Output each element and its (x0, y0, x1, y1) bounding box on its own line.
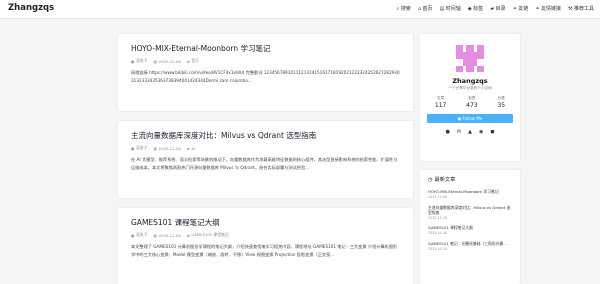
user-icon: ● (131, 232, 135, 238)
nav-label: 首页 (422, 6, 433, 12)
post-date: ▦ 2025-12-08 (153, 58, 181, 64)
history-icon: ◷ (428, 176, 433, 183)
recent-posts-card: ◷ 最新文章 HOYO-MIX-Eternal-Moonborn 学习笔记 2025… (420, 170, 520, 284)
archive-icon: ▤ (439, 5, 445, 12)
qq-icon[interactable]: ▲ (468, 129, 472, 135)
profile-name: Zhangzqs (452, 77, 488, 85)
folder-icon: ▰ (186, 58, 190, 64)
post-title[interactable]: HOYO-MIX-Eternal-Moonborn 学习笔记 (131, 43, 400, 54)
recent-post-item[interactable]: GAMES101 笔记 - 光栅化基础（三角形光栅... 2025-10-15 (428, 241, 512, 251)
post-excerpt: 本文整理了 GAMES101 计算机图形学课程的笔记大纲，介绍快速查找笔学习相关… (131, 244, 398, 257)
nav-label: 友情链接 (540, 6, 561, 12)
post-date: ▦ 2025-11-06 (153, 232, 181, 238)
avatar (453, 41, 487, 75)
nav-label: 时间轴 (445, 6, 461, 12)
home-icon: ⌂ (417, 5, 422, 12)
calendar-icon: ▦ (153, 58, 158, 64)
nav-item-links[interactable]: ⚭ 友链 (512, 5, 529, 13)
post-title[interactable]: GAMES101 课程笔记大纲 (131, 217, 400, 228)
profile-bio: 一个分享与记录的个人空间 (448, 86, 492, 90)
rss-icon[interactable]: ◼ (490, 129, 494, 135)
folder-icon: ▰ (490, 5, 495, 12)
nav-label: 友链 (518, 6, 529, 12)
nav-item-search[interactable]: ⌕ 搜索 (396, 5, 411, 13)
post-date: ▦ 2025-11-26 (153, 145, 181, 151)
folder-icon: ▰ (186, 232, 190, 238)
email-icon[interactable]: ✉ (457, 129, 461, 135)
post-meta: ● 吴张子 ▦ 2025-12-08 ▰ 音乐 (131, 58, 400, 64)
social-links: ● ✉ ▲ ◉ ◼ (420, 129, 520, 135)
post-category[interactable]: ▰ GAMES101 课程笔记 (187, 232, 229, 238)
nav-item-tools[interactable]: ⚒ 推荐工具 (568, 5, 594, 13)
nav-item-archive[interactable]: ▤ 时间轴 (439, 5, 461, 13)
top-navbar: Zhangzqs ⌕ 搜索 ⌂ 首页 ▤ 时间轴 ◆ 标签 ▰ 目录 ⚭ 友链 ⚭ 友情链接 … (0, 0, 600, 19)
nav-label: 搜索 (400, 6, 411, 12)
post-title[interactable]: 主流向量数据库深度对比：Milvus vs Qdrant 选型指南 (131, 130, 400, 141)
tag-icon: ◆ (467, 5, 472, 12)
search-icon: ⌕ (396, 5, 400, 12)
calendar-icon: ▦ (153, 145, 158, 151)
user-icon: ● (131, 145, 135, 151)
recent-posts-heading: ◷ 最新文章 (428, 176, 456, 184)
recent-post-item[interactable]: GAMES101 课程笔记大纲 2025-11-06 (428, 225, 512, 235)
nav-item-categories[interactable]: ▰ 目录 (490, 5, 506, 13)
user-icon: ● (131, 58, 135, 64)
recent-post-item[interactable]: HOYO-MIX-Eternal-Moonborn 学习笔记 2025-12-08 (428, 189, 512, 199)
follow-button[interactable]: ● Follow Me (427, 114, 513, 123)
link-alt-icon: ⚭ (535, 5, 540, 12)
profile-stats: 文章 117 标签 473 分类 35 (420, 96, 520, 109)
link-icon: ⚭ (512, 5, 517, 12)
post-card: 主流向量数据库深度对比：Milvus vs Qdrant 选型指南 ● 吴张子 ▦… (118, 121, 413, 198)
nav-label: 标签 (473, 6, 484, 12)
nav-label: 目录 (495, 6, 506, 12)
nav-menu: ⌕ 搜索 ⌂ 首页 ▤ 时间轴 ◆ 标签 ▰ 目录 ⚭ 友链 ⚭ 友情链接 ⚒ 推荐工具 (396, 5, 594, 13)
tools-icon: ⚒ (568, 5, 573, 12)
post-author: ● 吴张子 (131, 232, 148, 238)
site-brand[interactable]: Zhangzqs (8, 3, 54, 13)
post-author: ● 吴张子 (131, 145, 148, 151)
github-icon: ● (457, 116, 462, 121)
calendar-icon: ▦ (153, 232, 158, 238)
nav-item-tags[interactable]: ◆ 标签 (467, 5, 484, 13)
post-meta: ● 吴张子 ▦ 2025-11-26 ▰ AI (131, 145, 400, 151)
folder-icon: ▰ (186, 145, 190, 151)
stat-articles[interactable]: 文章 117 (435, 96, 446, 109)
post-excerpt: 在 AI 大模型、推荐系统、语义检索等场景的推动下，向量数据库作为承载高维特征数… (131, 157, 398, 170)
profile-card: Zhangzqs 一个分享与记录的个人空间 文章 117 标签 473 分类 35 ●… (420, 34, 520, 161)
github-icon[interactable]: ● (446, 129, 450, 135)
post-excerpt: 网络链接 https://www.bilibili.com/video/BV1C… (131, 70, 400, 83)
post-meta: ● 吴张子 ▦ 2025-11-06 ▰ GAMES101 课程笔记 (131, 232, 400, 238)
post-category[interactable]: ▰ 音乐 (187, 58, 199, 64)
post-author: ● 吴张子 (131, 58, 148, 64)
stat-categories[interactable]: 分类 35 (497, 96, 505, 109)
post-category[interactable]: ▰ AI (187, 145, 195, 151)
nav-item-home[interactable]: ⌂ 首页 (417, 5, 433, 13)
wechat-icon[interactable]: ◉ (479, 129, 483, 135)
nav-item-friend-links[interactable]: ⚭ 友情链接 (535, 5, 561, 13)
post-card: HOYO-MIX-Eternal-Moonborn 学习笔记 ● 吴张子 ▦ 202… (118, 34, 413, 111)
recent-post-item[interactable]: 主流向量数据库深度对比：Milvus vs Qdrant 选型指南 2025-11… (428, 205, 512, 220)
nav-label: 推荐工具 (573, 6, 594, 12)
post-card: GAMES101 课程笔记大纲 ● 吴张子 ▦ 2025-11-06 ▰ GAMES1… (118, 208, 413, 284)
stat-tags[interactable]: 标签 473 (466, 96, 477, 109)
